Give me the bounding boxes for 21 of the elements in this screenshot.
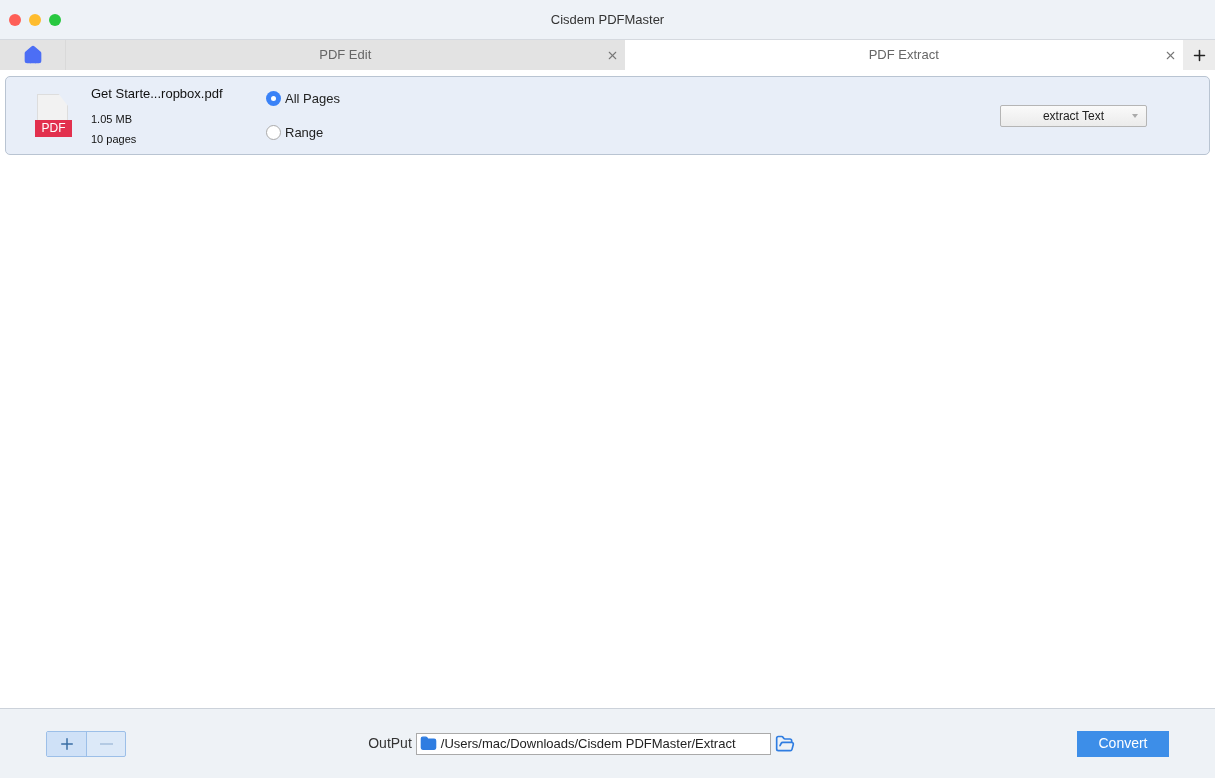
tab[interactable]: PDF Extract: [624, 40, 1183, 70]
window-title: Cisdem PDFMaster: [550, 10, 665, 29]
minus-icon: [99, 742, 113, 745]
output-path-field[interactable]: /Users/mac/Downloads/Cisdem PDFMaster/Extract: [415, 732, 771, 755]
mode-dropdown[interactable]: extract Text: [1000, 104, 1147, 127]
page-option-radio[interactable]: Range: [266, 122, 340, 142]
file-name: Get Starte...ropbox.pdf: [91, 84, 224, 103]
add-file-button[interactable]: [47, 731, 87, 756]
page-count: 10 pages: [91, 131, 138, 147]
folder-icon: [419, 735, 437, 752]
open-folder-icon[interactable]: [774, 733, 795, 754]
page-option-radio[interactable]: All Pages: [266, 89, 340, 109]
home-tab[interactable]: [0, 40, 66, 70]
zoom-window-icon[interactable]: [49, 13, 61, 26]
close-window-icon[interactable]: [9, 13, 21, 26]
new-tab-button[interactable]: [1183, 40, 1215, 70]
output-label: OutPut: [368, 734, 412, 753]
caret-icon: [1132, 113, 1138, 118]
file-size: 1.05 MB: [91, 112, 133, 128]
tab[interactable]: PDF Edit: [66, 40, 625, 70]
home-icon: [22, 45, 43, 65]
